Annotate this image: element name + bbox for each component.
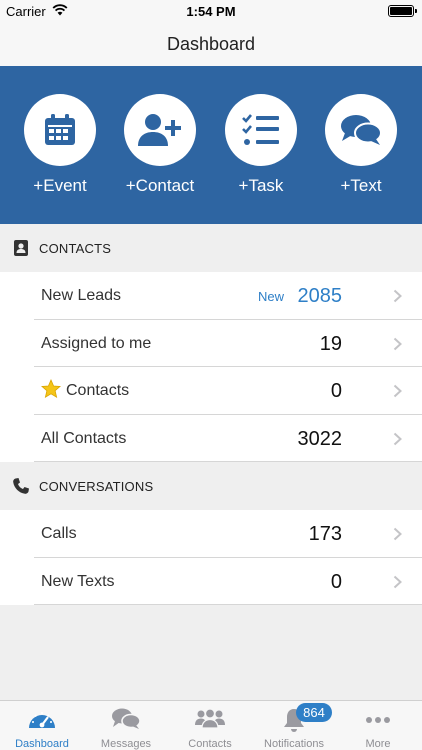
row-label: New Leads xyxy=(41,287,122,304)
calendar-icon xyxy=(45,114,75,145)
row-label: All Contacts xyxy=(41,429,127,447)
add-event-circle[interactable] xyxy=(24,94,96,166)
chat-bubbles-icon xyxy=(112,708,141,729)
tab-bar: Dashboard Messages Contacts 864 Notifica… xyxy=(0,700,422,750)
phone-icon xyxy=(13,478,29,494)
tab-more[interactable]: More xyxy=(336,701,420,750)
conversations-section-header: CONVERSATIONS xyxy=(0,462,422,510)
add-person-icon xyxy=(138,114,181,146)
row-value: 0 xyxy=(330,570,342,593)
chat-bubbles-icon xyxy=(341,115,382,145)
row-value: 2085 xyxy=(297,285,343,307)
row-label: Calls xyxy=(41,525,77,542)
chevron-right-icon xyxy=(393,289,402,303)
add-text-button[interactable]: +Text xyxy=(311,94,411,196)
tab-messages[interactable]: Messages xyxy=(84,701,168,750)
contacts-section-header: CONTACTS xyxy=(0,224,422,272)
add-contact-circle[interactable] xyxy=(124,94,196,166)
list-item-assigned-to-me[interactable]: Assigned to me 19 xyxy=(34,320,422,367)
list-item-starred-contacts[interactable]: Contacts 0 xyxy=(34,367,422,415)
new-badge: New xyxy=(257,289,284,304)
more-dots-icon xyxy=(366,717,390,723)
page-title: Dashboard xyxy=(0,22,422,66)
contacts-list: New Leads New 2085 Assigned to me 19 Con… xyxy=(0,272,422,462)
chevron-right-icon xyxy=(393,384,402,398)
chevron-right-icon xyxy=(393,527,402,541)
tab-dashboard[interactable]: Dashboard xyxy=(0,701,84,750)
conversations-list: Calls 173 New Texts 0 xyxy=(0,510,422,605)
group-icon xyxy=(195,708,225,729)
battery-icon xyxy=(388,5,417,17)
list-item-new-leads[interactable]: New Leads New 2085 xyxy=(34,272,422,320)
row-value: 0 xyxy=(330,380,342,402)
row-label: Assigned to me xyxy=(41,334,152,352)
quick-actions-panel: +Event +Contact +Task +Text xyxy=(0,66,422,224)
checklist-icon xyxy=(242,114,279,145)
tab-label: Notifications xyxy=(264,738,324,750)
list-item-new-texts[interactable]: New Texts 0 xyxy=(34,558,422,605)
row-label: New Texts xyxy=(41,572,115,590)
add-contact-label: +Contact xyxy=(125,176,195,195)
notifications-count-badge: 864 xyxy=(296,703,332,722)
chevron-right-icon xyxy=(393,575,402,588)
gauge-icon xyxy=(29,712,55,728)
chevron-right-icon xyxy=(393,337,402,350)
tab-label: Dashboard xyxy=(15,738,69,750)
row-label: Contacts xyxy=(66,382,130,399)
add-event-button[interactable]: +Event xyxy=(10,94,110,196)
tab-contacts[interactable]: Contacts xyxy=(168,701,252,750)
add-contact-button[interactable]: +Contact xyxy=(110,94,210,196)
contacts-section-title: CONTACTS xyxy=(39,241,112,256)
tab-label: Contacts xyxy=(188,738,232,750)
add-task-label: +Task xyxy=(238,176,284,195)
tab-label: Messages xyxy=(100,738,152,750)
add-task-button[interactable]: +Task xyxy=(211,94,311,196)
tab-notifications[interactable]: 864 Notifications xyxy=(252,701,336,750)
address-book-icon xyxy=(14,240,28,256)
add-task-circle[interactable] xyxy=(225,94,297,166)
list-item-calls[interactable]: Calls 173 xyxy=(34,510,422,558)
row-value: 173 xyxy=(308,523,342,545)
chevron-right-icon xyxy=(393,432,402,445)
add-text-label: +Text xyxy=(340,176,382,195)
row-value: 3022 xyxy=(297,427,343,450)
conversations-section-title: CONVERSATIONS xyxy=(39,479,154,494)
row-value: 19 xyxy=(319,332,342,355)
clock: 1:54 PM xyxy=(186,4,236,19)
add-event-label: +Event xyxy=(33,176,87,195)
star-icon xyxy=(41,379,61,399)
tab-label: More xyxy=(365,738,391,750)
status-bar: Carrier 1:54 PM xyxy=(0,0,422,22)
add-text-circle[interactable] xyxy=(325,94,397,166)
list-item-all-contacts[interactable]: All Contacts 3022 xyxy=(34,415,422,462)
